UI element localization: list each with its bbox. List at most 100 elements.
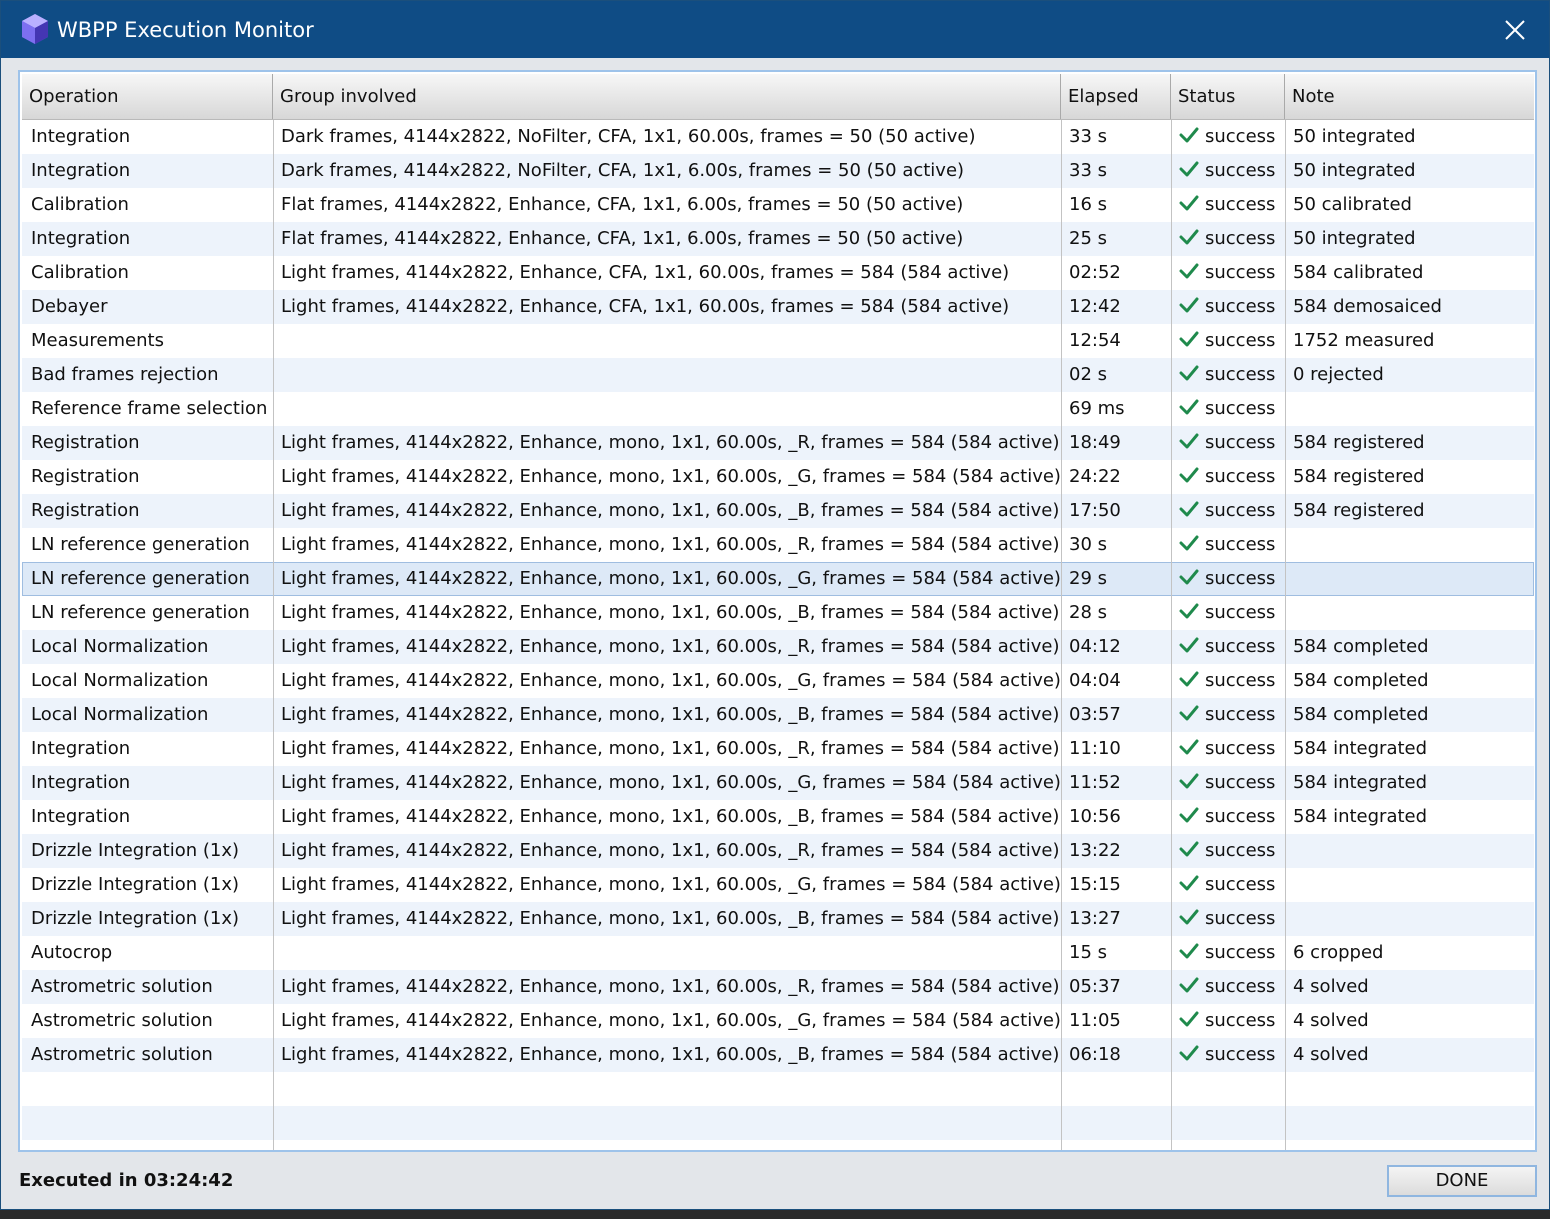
status-cell: success [1171,562,1285,596]
note-cell: 50 integrated [1293,160,1416,181]
operation-cell: Local Normalization [31,636,209,657]
elapsed-cell: 05:37 [1069,976,1121,997]
table-row[interactable]: LN reference generation Light frames, 414… [22,562,1534,596]
group-cell: Light frames, 4144x2822, Enhance, mono, … [281,670,1061,691]
group-cell: Light frames, 4144x2822, Enhance, mono, … [281,466,1061,487]
table-row[interactable]: Drizzle Integration (1x) Light frames, 41… [22,868,1534,902]
note-cell: 4 solved [1293,1010,1369,1031]
status-text: success [1205,1010,1276,1031]
close-button[interactable] [1495,11,1535,49]
column-header-elapsed[interactable]: Elapsed [1061,74,1171,119]
group-cell: Light frames, 4144x2822, Enhance, mono, … [281,738,1060,759]
note-cell: 584 registered [1293,500,1425,521]
done-button[interactable]: DONE [1387,1165,1537,1197]
table-row[interactable]: Measurements 12:54 success 1752 measured [22,324,1534,358]
table-row[interactable]: Integration Light frames, 4144x2822, Enha… [22,800,1534,834]
note-cell [1285,596,1534,630]
note-cell [1285,528,1534,562]
column-header-note[interactable]: Note [1285,74,1534,119]
status-text: success [1205,466,1276,487]
table-row[interactable]: Astrometric solution Light frames, 4144x2… [22,970,1534,1004]
table-row[interactable]: Integration Light frames, 4144x2822, Enha… [22,732,1534,766]
note-cell [1285,868,1534,902]
table-row[interactable]: Registration Light frames, 4144x2822, Enh… [22,426,1534,460]
table-row[interactable]: Astrometric solution Light frames, 4144x2… [22,1004,1534,1038]
column-divider [1171,120,1172,1150]
table-row[interactable]: Integration Light frames, 4144x2822, Enha… [22,766,1534,800]
pixinsight-cube-icon [22,14,48,44]
table-row[interactable]: Drizzle Integration (1x) Light frames, 41… [22,834,1534,868]
status-cell: success [1171,460,1285,494]
group-cell: Flat frames, 4144x2822, Enhance, CFA, 1x… [281,228,964,249]
table-row[interactable]: Autocrop 15 s success 6 cropped [22,936,1534,970]
group-cell: Dark frames, 4144x2822, NoFilter, CFA, 1… [281,126,976,147]
status-text: success [1205,194,1276,215]
note-cell: 50 calibrated [1293,194,1412,215]
operation-cell: LN reference generation [31,602,250,623]
check-icon [1179,807,1199,823]
operation-cell: LN reference generation [31,568,250,589]
group-cell [273,324,1061,358]
table-row[interactable]: Calibration Light frames, 4144x2822, Enha… [22,256,1534,290]
note-cell: 584 registered [1293,466,1425,487]
check-icon [1179,875,1199,891]
elapsed-cell: 18:49 [1069,432,1121,453]
table-row[interactable]: Debayer Light frames, 4144x2822, Enhance,… [22,290,1534,324]
status-cell: success [1171,834,1285,868]
table-row[interactable]: Bad frames rejection 02 s success 0 rejecte… [22,358,1534,392]
check-icon [1179,535,1199,551]
table-row[interactable]: Calibration Flat frames, 4144x2822, Enhan… [22,188,1534,222]
table-row[interactable]: Integration Dark frames, 4144x2822, NoFil… [22,154,1534,188]
operation-cell: Integration [31,738,131,759]
elapsed-cell: 15 s [1069,942,1108,963]
table-row[interactable]: Local Normalization Light frames, 4144x28… [22,630,1534,664]
table-row[interactable]: Reference frame selection 69 ms success [22,392,1534,426]
check-icon [1179,705,1199,721]
status-cell: success [1171,732,1285,766]
table-row[interactable]: Registration Light frames, 4144x2822, Enh… [22,494,1534,528]
window-title: WBPP Execution Monitor [57,18,314,42]
status-cell: success [1171,698,1285,732]
group-cell [273,358,1061,392]
status-text: success [1205,840,1276,861]
table-row[interactable]: LN reference generation Light frames, 414… [22,528,1534,562]
status-cell: success [1171,256,1285,290]
status-cell: success [1171,902,1285,936]
status-cell: success [1171,324,1285,358]
note-cell [1285,834,1534,868]
table-row[interactable]: Registration Light frames, 4144x2822, Enh… [22,460,1534,494]
operation-cell: Astrometric solution [31,1044,213,1065]
table-row[interactable]: Drizzle Integration (1x) Light frames, 41… [22,902,1534,936]
table-row[interactable]: Integration Dark frames, 4144x2822, NoFil… [22,120,1534,154]
status-text: success [1205,806,1276,827]
column-header-group[interactable]: Group involved [273,74,1061,119]
table-row[interactable]: Local Normalization Light frames, 4144x28… [22,698,1534,732]
elapsed-cell: 24:22 [1069,466,1121,487]
note-cell: 1752 measured [1293,330,1435,351]
table-row[interactable]: Local Normalization Light frames, 4144x28… [22,664,1534,698]
table-row[interactable]: Integration Flat frames, 4144x2822, Enhan… [22,222,1534,256]
empty-table-row [22,1072,1534,1106]
status-cell: success [1171,970,1285,1004]
table-row[interactable]: LN reference generation Light frames, 414… [22,596,1534,630]
status-text: success [1205,772,1276,793]
execution-table[interactable]: Operation Group involved Elapsed Status … [18,70,1537,1152]
column-header-status[interactable]: Status [1171,74,1285,119]
group-cell: Light frames, 4144x2822, Enhance, mono, … [281,976,1060,997]
status-cell: success [1171,1038,1285,1072]
status-text: success [1205,160,1276,181]
status-cell: success [1171,290,1285,324]
note-cell: 584 integrated [1293,806,1428,827]
note-cell: 4 solved [1293,1044,1369,1065]
check-icon [1179,399,1199,415]
check-icon [1179,1011,1199,1027]
status-text: success [1205,296,1276,317]
status-text: success [1205,704,1276,725]
operation-cell: Integration [31,772,131,793]
operation-cell: Measurements [31,330,164,351]
status-cell: success [1171,936,1285,970]
column-header-operation[interactable]: Operation [22,74,273,119]
operation-cell: Local Normalization [31,704,209,725]
status-text: success [1205,738,1276,759]
table-row[interactable]: Astrometric solution Light frames, 4144x2… [22,1038,1534,1072]
